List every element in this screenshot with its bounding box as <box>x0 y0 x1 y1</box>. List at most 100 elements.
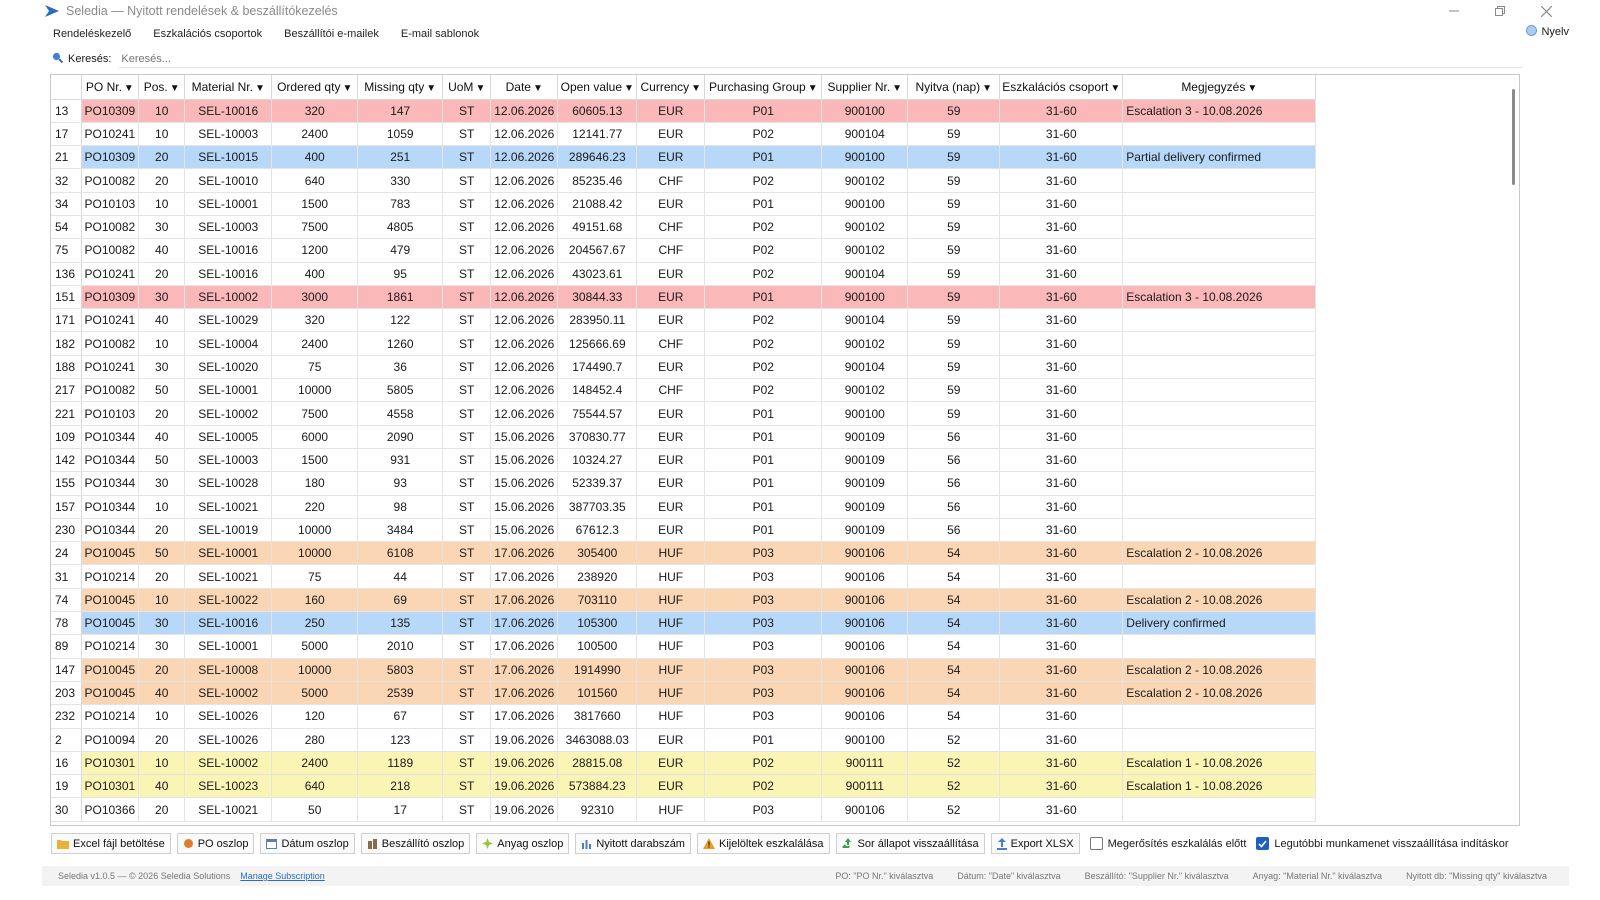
table-cell[interactable]: ST <box>442 704 492 729</box>
table-cell[interactable]: EUR <box>636 401 706 426</box>
filter-arrow-icon[interactable]: ▼ <box>624 83 634 94</box>
table-cell[interactable]: HUF <box>636 564 706 589</box>
table-cell[interactable]: PO10045 <box>81 658 140 682</box>
note-cell[interactable]: Escalation 2 - 10.08.2026 <box>1122 541 1317 566</box>
table-cell[interactable]: 900104 <box>821 122 909 147</box>
table-cell[interactable]: PO10082 <box>81 238 140 263</box>
note-cell[interactable] <box>1122 728 1317 752</box>
table-cell[interactable]: SEL-10001 <box>184 541 273 566</box>
table-cell[interactable]: SEL-10021 <box>184 797 273 822</box>
table-cell[interactable]: 54 <box>907 541 1001 566</box>
table-cell[interactable]: 30 <box>138 471 186 496</box>
table-cell[interactable]: EUR <box>636 751 706 776</box>
table-cell[interactable]: 10000 <box>271 658 359 682</box>
table-cell[interactable]: 59 <box>907 238 1001 263</box>
table-cell[interactable]: PO10344 <box>81 495 140 519</box>
table-cell[interactable]: 900102 <box>821 238 909 263</box>
table-cell[interactable]: 31-60 <box>999 564 1124 589</box>
table-cell[interactable]: P03 <box>704 681 823 706</box>
table-cell[interactable]: 50 <box>138 541 186 566</box>
table-cell[interactable]: 52339.37 <box>557 471 638 496</box>
column-header[interactable]: PO Nr. ▼ <box>81 75 140 100</box>
table-cell[interactable]: 54 <box>907 611 1001 636</box>
table-cell[interactable]: P01 <box>704 518 823 543</box>
table-cell[interactable]: 105300 <box>557 611 638 636</box>
table-cell[interactable]: EUR <box>636 518 706 543</box>
table-row[interactable]: 188 PO10241 30 SEL-10020 75 36 ST 12.06.2026 174… <box>51 355 1317 380</box>
table-cell[interactable]: PO10344 <box>81 425 140 449</box>
table-cell[interactable]: P01 <box>704 401 823 426</box>
table-row[interactable]: 109 PO10344 40 SEL-10005 6000 2090 ST 15.06.202… <box>51 425 1317 449</box>
table-cell[interactable]: 30 <box>138 285 186 310</box>
table-cell[interactable]: PO10241 <box>81 262 140 286</box>
table-cell[interactable]: 1059 <box>357 122 444 147</box>
note-cell[interactable] <box>1122 308 1317 333</box>
table-cell[interactable]: 900106 <box>821 634 909 659</box>
table-cell[interactable]: 30 <box>138 611 186 636</box>
table-cell[interactable]: SEL-10010 <box>184 168 273 193</box>
table-cell[interactable]: ST <box>442 192 492 216</box>
table-cell[interactable]: 100500 <box>557 634 638 659</box>
table-cell[interactable]: 900100 <box>821 728 909 752</box>
table-cell[interactable]: 10 <box>138 751 186 776</box>
table-cell[interactable]: EUR <box>636 308 706 333</box>
table-cell[interactable]: CHF <box>636 331 706 356</box>
table-cell[interactable]: CHF <box>636 168 706 193</box>
table-cell[interactable]: 19.06.2026 <box>490 728 559 752</box>
table-cell[interactable]: 52 <box>907 751 1001 776</box>
table-cell[interactable]: 59 <box>907 122 1001 147</box>
table-cell[interactable]: 3484 <box>357 518 444 543</box>
table-cell[interactable]: SEL-10016 <box>184 611 273 636</box>
table-cell[interactable]: PO10214 <box>81 634 140 659</box>
table-cell[interactable]: 573884.23 <box>557 774 638 799</box>
table-cell[interactable]: 1500 <box>271 448 359 473</box>
table-cell[interactable]: 28815.08 <box>557 751 638 776</box>
table-cell[interactable]: 31-60 <box>999 471 1124 496</box>
table-cell[interactable]: SEL-10028 <box>184 471 273 496</box>
table-cell[interactable]: 10 <box>138 704 186 729</box>
note-cell[interactable]: Partial delivery confirmed <box>1122 145 1317 170</box>
table-cell[interactable]: HUF <box>636 704 706 729</box>
table-cell[interactable]: 59 <box>907 215 1001 240</box>
table-cell[interactable]: 31-60 <box>999 378 1124 403</box>
table-cell[interactable]: 10000 <box>271 541 359 566</box>
table-row[interactable]: 32 PO10082 20 SEL-10010 640 330 ST 12.06.2026 85… <box>51 168 1317 193</box>
table-cell[interactable]: 20 <box>138 518 186 543</box>
table-cell[interactable]: P01 <box>704 448 823 473</box>
table-cell[interactable]: P01 <box>704 495 823 519</box>
table-cell[interactable]: P03 <box>704 541 823 566</box>
table-cell[interactable]: 56 <box>907 425 1001 449</box>
table-cell[interactable]: 400 <box>271 145 359 170</box>
table-cell[interactable]: EUR <box>636 122 706 147</box>
table-cell[interactable]: SEL-10002 <box>184 285 273 310</box>
table-cell[interactable]: 135 <box>357 611 444 636</box>
table-cell[interactable]: 7500 <box>271 401 359 426</box>
table-cell[interactable]: 50 <box>138 448 186 473</box>
table-cell[interactable]: 59 <box>907 192 1001 216</box>
table-row[interactable]: 136 PO10241 20 SEL-10016 400 95 ST 12.06.2026 43… <box>51 262 1317 286</box>
table-cell[interactable]: PO10309 <box>81 285 140 310</box>
table-cell[interactable]: 40 <box>138 308 186 333</box>
table-cell[interactable]: P01 <box>704 471 823 496</box>
table-cell[interactable]: 12.06.2026 <box>490 215 559 240</box>
table-cell[interactable]: 147 <box>357 99 444 123</box>
table-cell[interactable]: 5000 <box>271 681 359 706</box>
table-cell[interactable]: EUR <box>636 471 706 496</box>
table-cell[interactable]: P01 <box>704 145 823 170</box>
filter-arrow-icon[interactable]: ▼ <box>691 83 701 94</box>
table-cell[interactable]: 12.06.2026 <box>490 192 559 216</box>
table-cell[interactable]: ST <box>442 425 492 449</box>
table-cell[interactable]: PO10214 <box>81 704 140 729</box>
table-cell[interactable]: 931 <box>357 448 444 473</box>
table-cell[interactable]: 12.06.2026 <box>490 355 559 380</box>
table-row[interactable]: 17 PO10241 10 SEL-10003 2400 1059 ST 12.06.2026… <box>51 122 1317 147</box>
table-cell[interactable]: EUR <box>636 145 706 170</box>
table-cell[interactable]: 92310 <box>557 797 638 822</box>
table-cell[interactable]: 400 <box>271 262 359 286</box>
table-cell[interactable]: SEL-10022 <box>184 588 273 613</box>
table-cell[interactable]: 1260 <box>357 331 444 356</box>
note-cell[interactable]: Escalation 2 - 10.08.2026 <box>1122 658 1317 682</box>
table-cell[interactable]: 31-60 <box>999 192 1124 216</box>
column-header[interactable]: Date ▼ <box>490 75 559 100</box>
table-cell[interactable]: PO10045 <box>81 541 140 566</box>
